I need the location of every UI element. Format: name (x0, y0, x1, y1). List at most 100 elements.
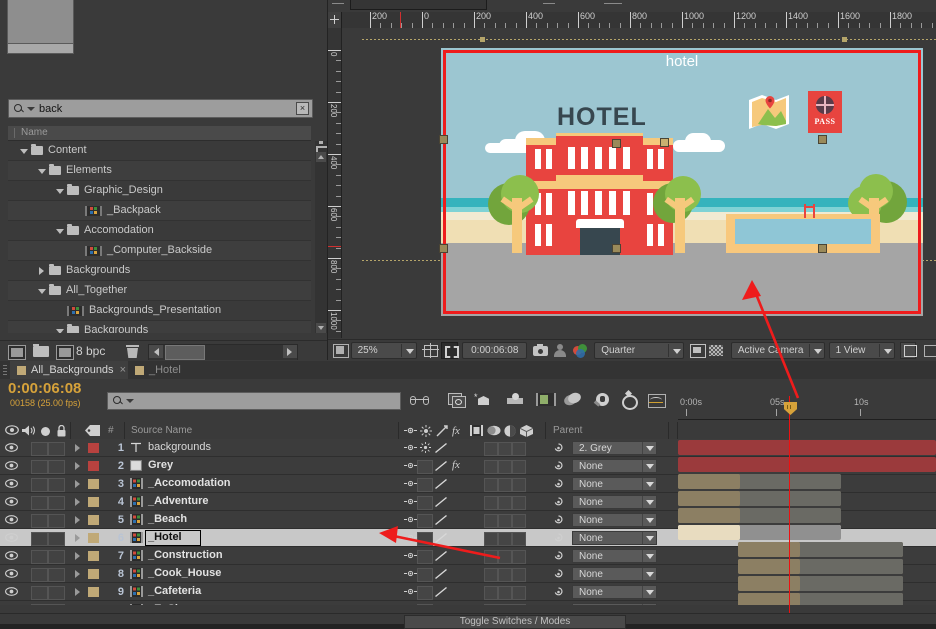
layer-twirl-icon[interactable] (75, 552, 80, 560)
layer-duration-bar[interactable] (678, 440, 936, 455)
layer-duration-bar-head[interactable] (678, 474, 740, 489)
layer-visibility-toggle[interactable] (5, 461, 18, 470)
layer-solo-toggle[interactable] (48, 550, 65, 564)
layer-source-name[interactable]: backgrounds (148, 441, 211, 453)
layer-frame-blend-switch[interactable] (484, 586, 498, 600)
chevron-down-icon[interactable] (642, 514, 656, 526)
project-search-field[interactable]: back × (8, 99, 313, 118)
layer-quality-switch[interactable] (434, 586, 448, 598)
region-of-interest-toggle-icon[interactable] (689, 343, 706, 358)
clear-search-icon[interactable]: × (296, 102, 309, 115)
project-tree-item[interactable]: Backgrounds (8, 261, 311, 281)
layer-3d-switch[interactable] (512, 442, 526, 456)
layer-visibility-toggle[interactable] (5, 443, 18, 452)
project-tree-item[interactable]: Backgrounds (8, 321, 311, 333)
frame-blending-icon[interactable] (506, 391, 526, 409)
project-item-tree[interactable]: Content Elements Graphic_Design _Backpack Ac… (8, 141, 311, 333)
layer-solo-toggle[interactable] (48, 478, 65, 492)
bit-depth-label[interactable]: 8 bpc (76, 344, 105, 358)
chevron-down-icon[interactable] (878, 344, 894, 357)
magnification-select[interactable]: 25% (350, 342, 417, 359)
guide-anchor-top-right[interactable] (842, 37, 847, 42)
layer-parent-select[interactable]: 2. Grey (572, 441, 657, 455)
parent-pickwhip-icon[interactable] (553, 497, 564, 507)
parent-pickwhip-icon[interactable] (553, 515, 564, 525)
motion-blur-icon[interactable] (535, 391, 556, 409)
layer-parent-select[interactable]: None (572, 585, 657, 599)
selection-handle-left[interactable] (439, 135, 448, 144)
layer-label-color[interactable] (88, 479, 99, 489)
parent-pickwhip-icon[interactable] (553, 443, 564, 453)
layer-shy-switch[interactable] (404, 478, 417, 489)
project-tree-item[interactable]: Backgrounds_Presentation (8, 301, 311, 321)
parent-pickwhip-icon[interactable] (553, 551, 564, 561)
layer-quality-switch[interactable] (434, 496, 448, 508)
chevron-down-icon[interactable] (27, 106, 35, 111)
auto-keyframe-icon[interactable] (620, 389, 640, 410)
layer-3d-switch[interactable] (512, 460, 526, 474)
graph-editor-toggle-icon[interactable] (647, 391, 667, 409)
chevron-down-icon[interactable] (667, 344, 683, 357)
layer-3d-switch[interactable] (512, 568, 526, 582)
resolution-select[interactable]: Quarter (594, 342, 684, 359)
layer-parent-select[interactable]: None (572, 567, 657, 581)
layer-duration-bar-trim[interactable] (798, 542, 903, 557)
layer-audio-toggle[interactable] (31, 550, 48, 564)
layer-effects-switch[interactable]: fx (452, 459, 460, 471)
layer-twirl-icon[interactable] (75, 570, 80, 578)
layer-audio-toggle[interactable] (31, 442, 48, 456)
parent-pickwhip-icon[interactable] (553, 587, 564, 597)
toggle-transparency-grid-icon[interactable] (708, 343, 724, 358)
chevron-down-icon[interactable] (642, 568, 656, 580)
project-tree-item[interactable]: Graphic_Design (8, 181, 311, 201)
selection-handle-bottom-right[interactable] (818, 244, 827, 253)
layer-motion-blur-switch[interactable] (498, 568, 512, 582)
layer-audio-toggle[interactable] (31, 496, 48, 510)
effects-icon[interactable]: fx (452, 425, 460, 437)
frame-blend-icon[interactable] (470, 425, 483, 439)
layer-motion-blur-switch[interactable] (498, 442, 512, 456)
layer-duration-bar-head[interactable] (678, 508, 740, 523)
layer-collapse-switch[interactable] (417, 478, 433, 492)
guide-anchor-top-left[interactable] (480, 37, 485, 42)
layer-solo-toggle[interactable] (48, 496, 65, 510)
parent-pickwhip-icon[interactable] (553, 569, 564, 579)
timeline-search-field[interactable] (107, 392, 401, 410)
layer-collapse-switch[interactable] (417, 568, 433, 582)
twirl-open-icon[interactable] (38, 167, 46, 175)
layer-parent-select[interactable]: None (572, 549, 657, 563)
layer-label-color[interactable] (88, 533, 99, 543)
layer-collapse-switch[interactable] (417, 586, 433, 600)
brainstorm-icon[interactable] (593, 391, 614, 409)
show-channel-icon[interactable] (572, 343, 587, 358)
twirl-closed-icon[interactable] (38, 266, 46, 275)
layer-quality-switch[interactable] (434, 568, 448, 580)
layer-visibility-toggle[interactable] (5, 533, 18, 542)
parent-pickwhip-icon[interactable] (553, 479, 564, 489)
horizontal-ruler[interactable]: 20002004006008001000120014001600180020 (328, 11, 936, 29)
layer-quality-switch[interactable] (434, 460, 448, 472)
scroll-right-button[interactable] (283, 345, 297, 358)
layer-audio-toggle[interactable] (31, 514, 48, 528)
layer-3d-switch[interactable] (512, 478, 526, 492)
layer-3d-switch[interactable] (512, 586, 526, 600)
chevron-down-icon[interactable] (642, 496, 656, 508)
layer-shy-switch[interactable] (404, 496, 417, 507)
composition-stage[interactable]: hotel HOTEL PASS (342, 28, 936, 338)
layer-duration-bar-head[interactable] (738, 542, 800, 557)
layer-source-name[interactable]: _Adventure (148, 495, 209, 507)
shy-icon[interactable] (404, 425, 417, 439)
layer-solo-toggle[interactable] (48, 442, 65, 456)
layer-quality-switch[interactable] (434, 442, 448, 454)
new-folder-icon[interactable] (33, 344, 49, 357)
layer-3d-switch[interactable] (512, 532, 526, 546)
layer-twirl-icon[interactable] (75, 516, 80, 524)
layer-motion-blur-switch[interactable] (498, 496, 512, 510)
layer-label-color[interactable] (88, 551, 99, 561)
fast-previews-icon[interactable] (921, 343, 936, 358)
layer-shy-switch[interactable] (404, 460, 417, 471)
project-tree-item[interactable]: _Computer_Backside (8, 241, 311, 261)
layer-duration-bar[interactable] (678, 457, 936, 472)
tab-all-backgrounds[interactable]: All_Backgrounds × (10, 361, 133, 379)
layer-solo-toggle[interactable] (48, 532, 65, 546)
